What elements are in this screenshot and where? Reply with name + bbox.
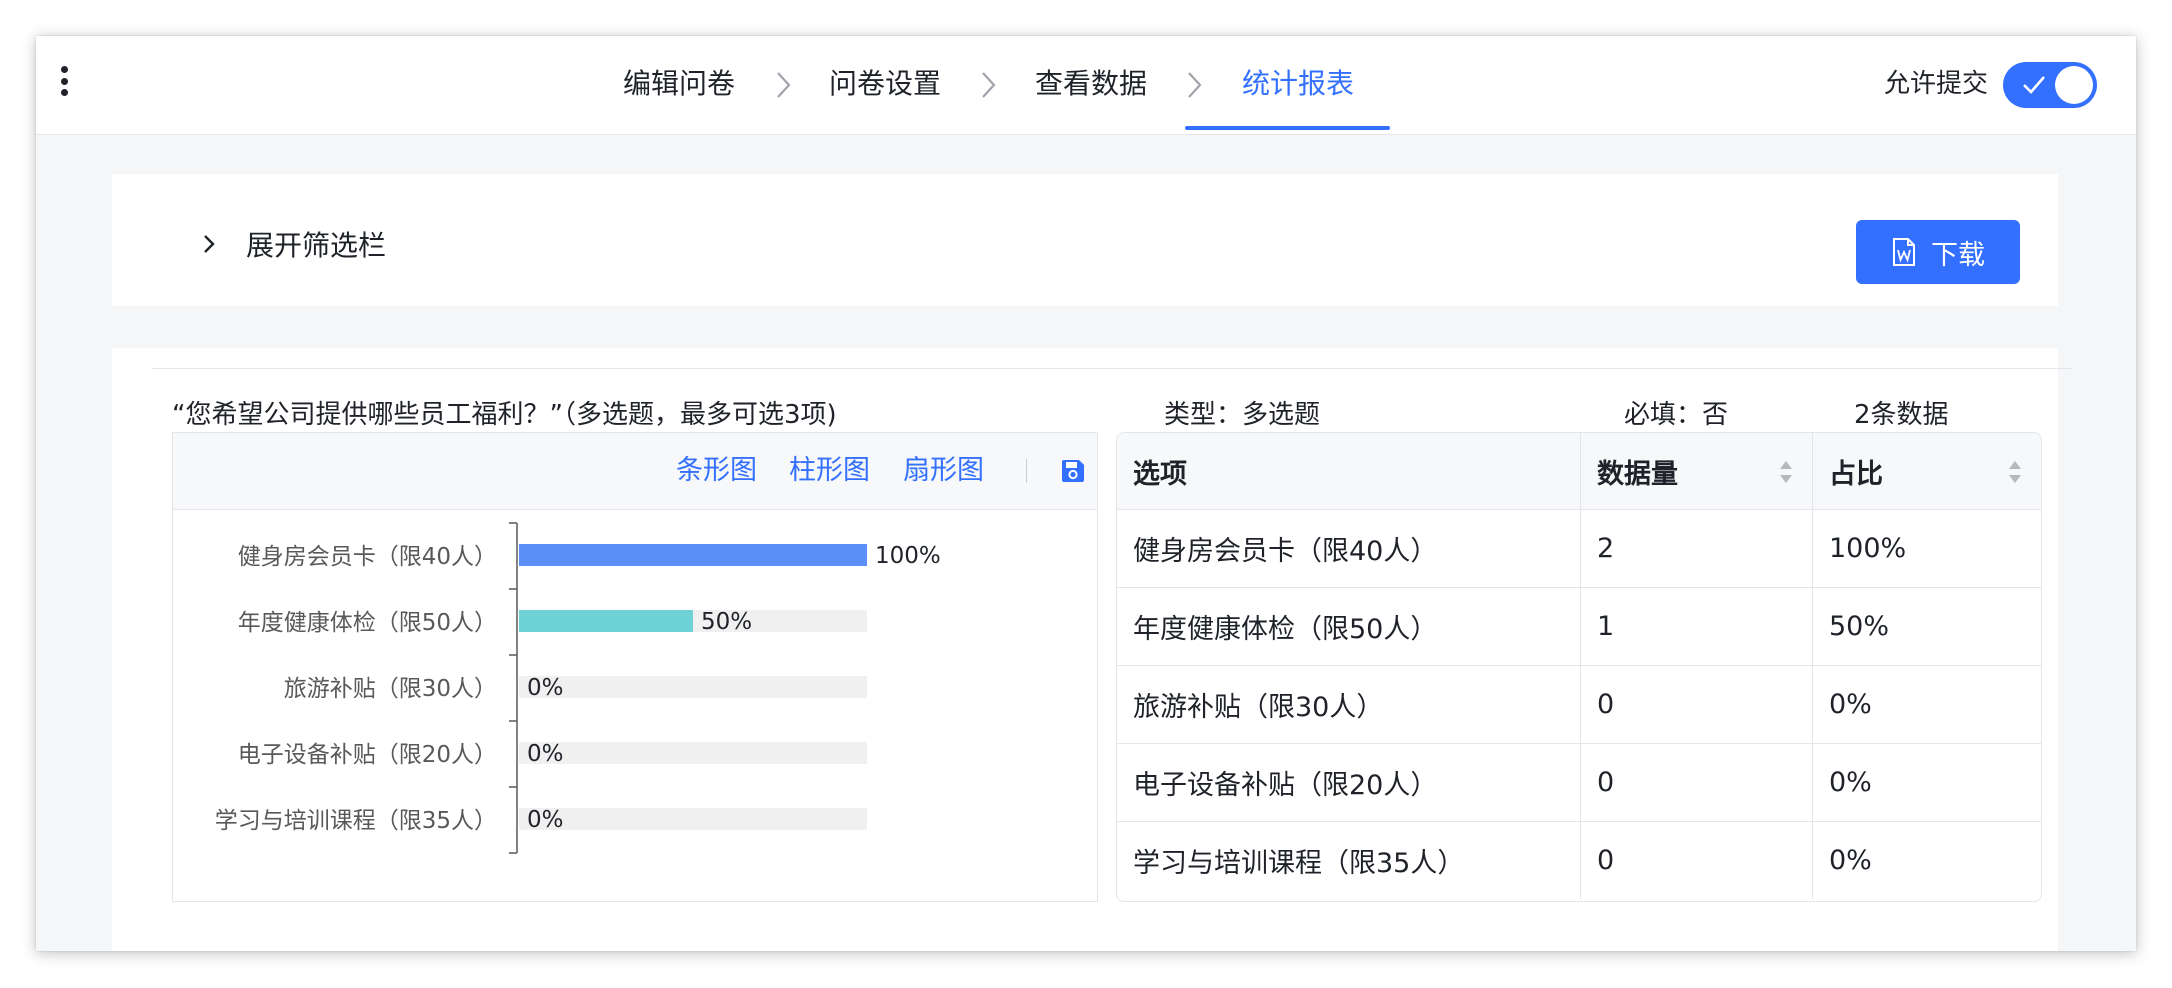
step-statistics-report[interactable]: 统计报表 [1242, 36, 1354, 134]
header-percent[interactable]: 占比 [1813, 433, 2041, 509]
cell-count: 1 [1581, 587, 1813, 665]
allow-submit-label: 允许提交 [1884, 69, 1989, 99]
table-row: 旅游补贴（限30人） 0 0% [1117, 665, 2041, 744]
step-view-data[interactable]: 查看数据 [1035, 36, 1147, 134]
chevron-right-icon [773, 70, 795, 100]
chart-panel: 条形图 柱形图 扇形图 健身房会员卡（限40人） 100% 年度健康体检（限50人）… [172, 432, 1098, 902]
step-questionnaire-settings[interactable]: 问卷设置 [829, 36, 941, 134]
data-label: 0% [527, 675, 564, 701]
category-label: 年度健康体检（限50人） [238, 610, 497, 636]
cell-count: 0 [1581, 821, 1813, 899]
pie-chart-button[interactable]: 扇形图 [903, 433, 984, 509]
question-type: 类型：多选题 [1164, 400, 1321, 430]
response-count: 2条数据 [1854, 400, 1949, 430]
step-edit-questionnaire[interactable]: 编辑问卷 [623, 36, 735, 134]
chevron-right-icon [978, 70, 1000, 100]
cell-count: 0 [1581, 743, 1813, 821]
download-button[interactable]: 下载 [1856, 220, 2020, 284]
stats-table: 选项 数据量 占比 健身房会员卡（限40人） 2 100% 年度健康体检（限50… [1116, 432, 2042, 902]
save-icon[interactable] [1060, 458, 1086, 488]
bar-chart: 健身房会员卡（限40人） 100% 年度健康体检（限50人） 50% 旅游补贴（限30人… [173, 509, 1097, 901]
horizontal-bar-chart-button[interactable]: 条形图 [676, 433, 757, 509]
category-label: 健身房会员卡（限40人） [238, 544, 497, 570]
chevron-right-icon [1184, 70, 1206, 100]
data-label: 100% [875, 543, 941, 569]
allow-submit-toggle[interactable] [2003, 62, 2097, 108]
cell-count: 2 [1581, 509, 1813, 587]
category-label: 电子设备补贴（限20人） [238, 742, 497, 768]
filter-card: 展开筛选栏 [112, 174, 2058, 306]
cell-option: 学习与培训课程（限35人） [1117, 821, 1581, 899]
chevron-right-icon [204, 235, 215, 253]
category-label: 旅游补贴（限30人） [284, 676, 497, 702]
data-label: 0% [527, 741, 564, 767]
header-percent-label: 占比 [1829, 458, 1883, 490]
bar [519, 544, 867, 566]
question-title: “您希望公司提供哪些员工福利？”（多选题，最多可选3项) [172, 400, 837, 430]
bar [519, 610, 693, 632]
cell-percent: 0% [1829, 688, 1872, 720]
table-row: 电子设备补贴（限20人） 0 0% [1117, 743, 2041, 822]
data-label: 50% [701, 609, 752, 635]
expand-filter-toggle[interactable]: 展开筛选栏 [202, 224, 386, 264]
column-chart-button[interactable]: 柱形图 [789, 433, 870, 509]
question-stats-card: “您希望公司提供哪些员工福利？”（多选题，最多可选3项) 类型：多选题 必填：否… [112, 348, 2072, 951]
header-option: 选项 [1117, 433, 1581, 509]
cell-option: 旅游补贴（限30人） [1117, 665, 1581, 743]
cell-percent: 50% [1829, 610, 1890, 642]
data-label: 0% [527, 807, 564, 833]
cell-option: 健身房会员卡（限40人） [1117, 509, 1581, 587]
table-row: 学习与培训课程（限35人） 0 0% [1117, 821, 2041, 899]
bar-track [519, 742, 867, 764]
more-menu-icon[interactable] [58, 66, 70, 96]
cell-count: 0 [1581, 665, 1813, 743]
header-count[interactable]: 数据量 [1581, 433, 1813, 509]
table-row: 年度健康体检（限50人） 1 50% [1117, 587, 2041, 666]
cell-percent: 0% [1829, 766, 1872, 798]
bar-chart-svg: 健身房会员卡（限40人） 100% 年度健康体检（限50人） 50% 旅游补贴（限30人… [215, 522, 941, 854]
cell-percent: 100% [1829, 532, 1907, 564]
bar-track [519, 808, 867, 830]
active-step-indicator [1185, 126, 1390, 130]
table-row: 健身房会员卡（限40人） 2 100% [1117, 509, 2041, 588]
cell-percent: 0% [1829, 844, 1872, 876]
question-required: 必填：否 [1624, 400, 1729, 430]
download-label: 下载 [1931, 239, 1985, 271]
check-icon [2023, 76, 2045, 94]
app-window: 编辑问卷 问卷设置 查看数据 统计报表 允许提交 展开筛选栏 下载 “您希望公司… [36, 36, 2136, 951]
word-document-icon [1893, 238, 1915, 266]
table-header-row: 选项 数据量 占比 [1117, 433, 2041, 510]
sort-icon[interactable] [1778, 459, 1794, 485]
bar-track [519, 676, 867, 698]
cell-option: 年度健康体检（限50人） [1117, 587, 1581, 665]
header-count-label: 数据量 [1597, 458, 1678, 490]
chart-toolbar: 条形图 柱形图 扇形图 [173, 433, 1097, 510]
cell-option: 电子设备补贴（限20人） [1117, 743, 1581, 821]
toolbar-separator [1026, 459, 1027, 483]
toggle-knob [2055, 66, 2093, 104]
top-nav-bar: 编辑问卷 问卷设置 查看数据 统计报表 允许提交 [36, 36, 2136, 135]
category-label: 学习与培训课程（限35人） [215, 808, 497, 834]
expand-filter-label: 展开筛选栏 [246, 229, 387, 262]
sort-icon[interactable] [2007, 459, 2023, 485]
divider [152, 368, 2072, 369]
